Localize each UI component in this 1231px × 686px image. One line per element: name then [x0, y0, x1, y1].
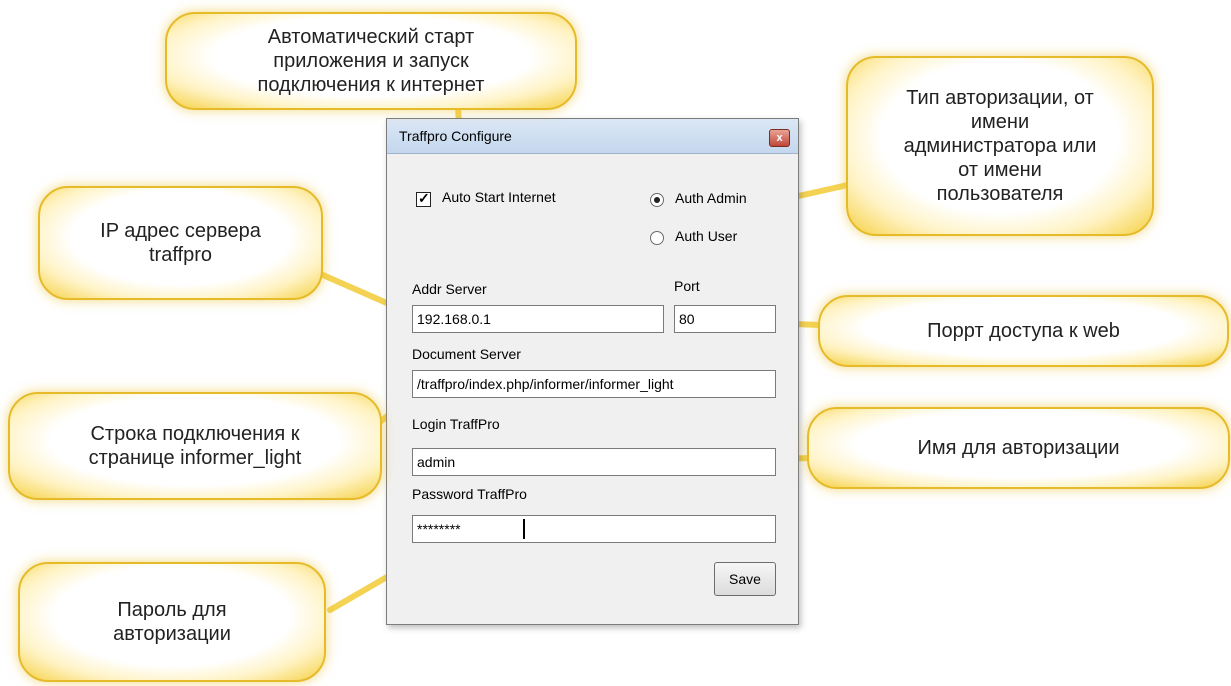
auto-start-label[interactable]: Auto Start Internet — [442, 189, 556, 205]
callout-ip: IP адрес сервера traffpro — [38, 186, 323, 300]
callout-port-text: Поррт доступа к web — [927, 320, 1120, 342]
password-masked-value: ******** — [417, 521, 461, 537]
auth-user-radio[interactable] — [650, 231, 664, 245]
checkmark-icon: ✓ — [418, 190, 430, 206]
close-button[interactable]: x — [769, 129, 790, 147]
port-label: Port — [674, 278, 700, 294]
title-bar: Traffpro Configure x — [387, 119, 798, 154]
addr-server-label: Addr Server — [412, 281, 487, 297]
login-input[interactable]: admin — [412, 448, 776, 476]
auth-admin-label[interactable]: Auth Admin — [675, 190, 747, 206]
callout-password: Пароль для авторизации — [18, 562, 326, 682]
callout-login-text: Имя для авторизации — [917, 437, 1120, 459]
callout-login: Имя для авторизации — [807, 407, 1230, 489]
port-input[interactable]: 80 — [674, 305, 776, 333]
password-label: Password TraffPro — [412, 486, 527, 502]
close-icon: x — [776, 132, 783, 144]
callout-password-text: Пароль для авторизации — [113, 599, 231, 645]
callout-connection: Строка подключения к странице informer_l… — [8, 392, 382, 500]
callout-autostart: Автоматический старт приложения и запуск… — [165, 12, 577, 110]
callout-autostart-text: Автоматический старт приложения и запуск… — [257, 26, 485, 96]
login-label: Login TraffPro — [412, 416, 500, 432]
callout-auth-type-text: Тип авторизации, от имени администратора… — [903, 87, 1097, 205]
configure-window: Traffpro Configure x ✓ Auto Start Intern… — [386, 118, 799, 625]
document-server-input[interactable]: /traffpro/index.php/informer/informer_li… — [412, 370, 776, 398]
auth-admin-radio[interactable] — [650, 193, 664, 207]
auth-user-label[interactable]: Auth User — [675, 228, 737, 244]
callout-ip-text: IP адрес сервера traffpro — [100, 220, 261, 266]
auto-start-checkbox[interactable]: ✓ — [416, 190, 431, 207]
password-input[interactable]: ******** — [412, 515, 776, 543]
addr-server-input[interactable]: 192.168.0.1 — [412, 305, 664, 333]
callout-connection-text: Строка подключения к странице informer_l… — [88, 423, 302, 469]
document-server-label: Document Server — [412, 346, 521, 362]
callout-auth-type: Тип авторизации, от имени администратора… — [846, 56, 1154, 236]
save-button[interactable]: Save — [714, 562, 776, 596]
callout-port: Поррт доступа к web — [818, 295, 1229, 367]
window-title: Traffpro Configure — [399, 128, 512, 144]
text-caret — [523, 519, 525, 539]
